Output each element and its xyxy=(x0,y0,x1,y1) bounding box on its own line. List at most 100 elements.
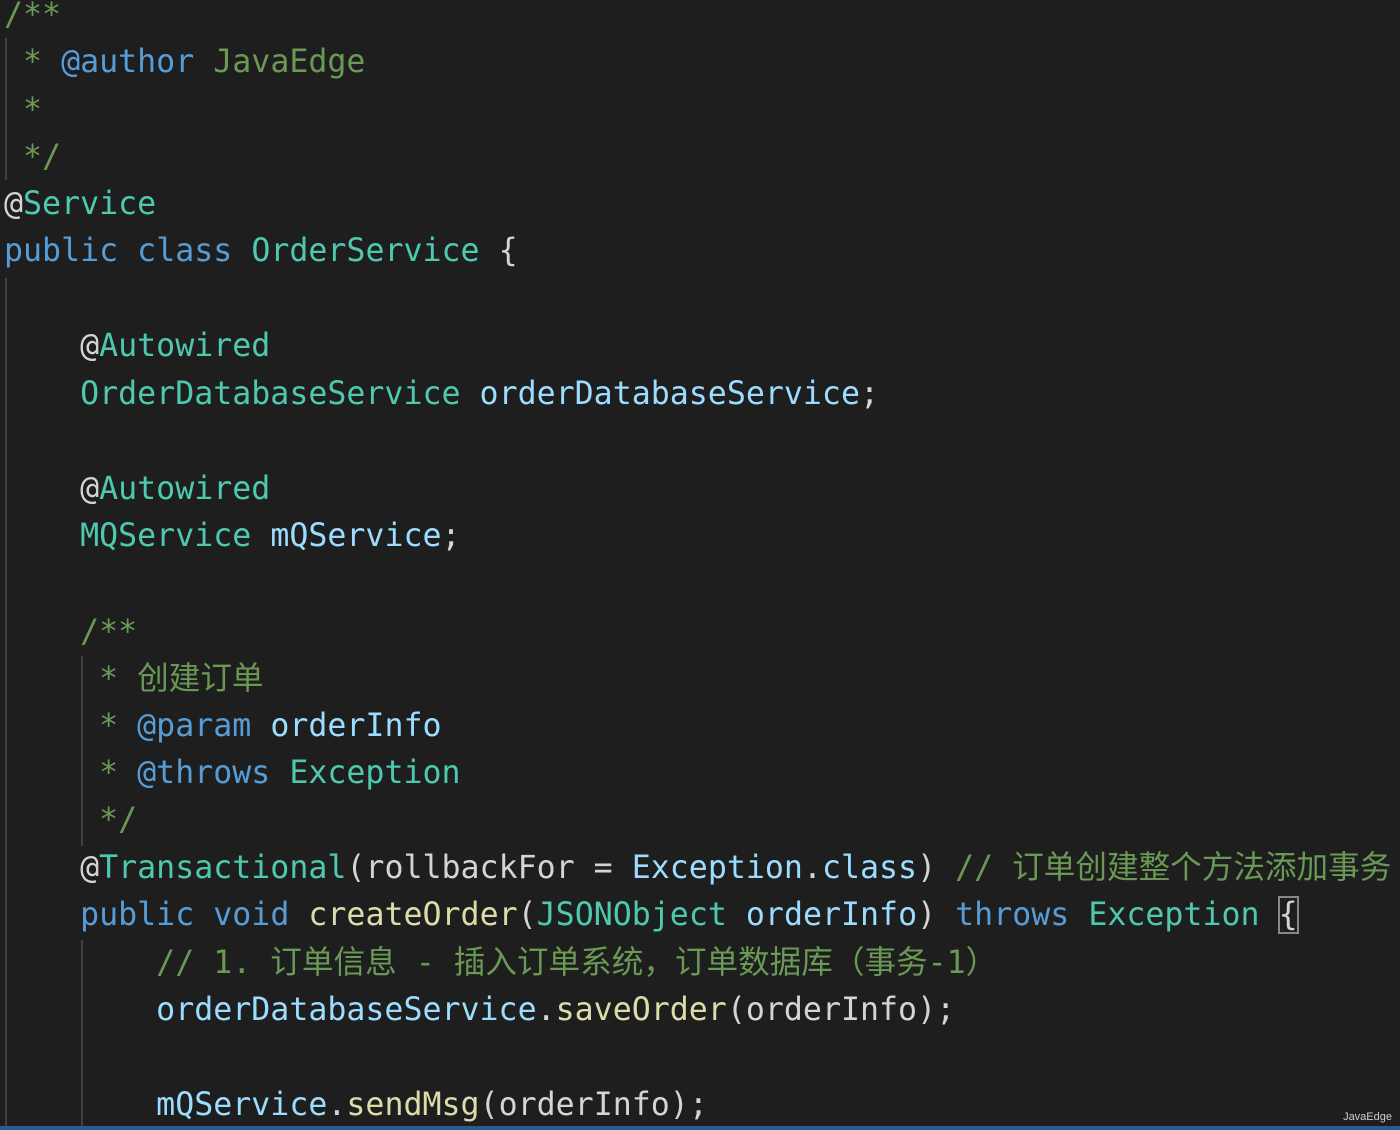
code-token: * xyxy=(4,755,138,791)
code-token: @author xyxy=(61,44,195,80)
code-line[interactable]: @Autowired xyxy=(4,466,270,513)
code-token: mQService xyxy=(270,518,442,554)
code-line[interactable]: public void createOrder(JSONObject order… xyxy=(4,892,1299,939)
code-token: ) xyxy=(917,897,956,933)
code-token: @ xyxy=(4,850,100,886)
code-token: . xyxy=(536,992,556,1028)
code-line[interactable]: * 创建订单 xyxy=(4,656,264,703)
code-token: void xyxy=(213,897,290,933)
code-token: createOrder xyxy=(308,897,518,933)
code-line[interactable]: * @param orderInfo xyxy=(4,703,442,750)
code-token: ); xyxy=(917,992,956,1028)
code-token: orderDatabaseService xyxy=(156,992,537,1028)
code-token: */ xyxy=(4,139,62,175)
code-token: Exception xyxy=(289,755,461,791)
code-token: { xyxy=(479,233,518,269)
code-token: * 创建订单 xyxy=(4,661,264,697)
code-token: ; xyxy=(859,376,879,412)
code-token: // 订单创建整个方法添加事务 xyxy=(955,850,1392,886)
code-token: throws xyxy=(955,897,1070,933)
code-token: . xyxy=(802,850,822,886)
code-token: mQService xyxy=(156,1087,328,1123)
code-token: saveOrder xyxy=(555,992,727,1028)
code-token: ( xyxy=(517,897,537,933)
code-token: OrderService xyxy=(251,233,480,269)
code-line[interactable]: @Autowired xyxy=(4,323,270,370)
code-line[interactable]: */ xyxy=(4,797,137,844)
code-token: Exception xyxy=(1088,897,1260,933)
code-line[interactable]: public class OrderService { xyxy=(4,228,518,275)
code-token: rollbackFor xyxy=(365,850,575,886)
code-token: MQService xyxy=(80,518,252,554)
code-token: @throws xyxy=(137,755,271,791)
code-line[interactable]: @Transactional(rollbackFor = Exception.c… xyxy=(4,845,1391,892)
code-token: ( xyxy=(479,1087,499,1123)
code-line[interactable]: OrderDatabaseService orderDatabaseServic… xyxy=(4,371,879,418)
code-token: ; xyxy=(441,518,461,554)
watermark: JavaEdge xyxy=(1343,1111,1392,1123)
code-token: orderInfo xyxy=(498,1087,670,1123)
code-token: orderInfo xyxy=(745,897,918,933)
code-token: JavaEdge xyxy=(194,44,366,80)
code-token: Exception xyxy=(631,850,803,886)
code-token: Autowired xyxy=(99,471,271,507)
code-line[interactable]: // 1. 订单信息 - 插入订单系统，订单数据库（事务-1） xyxy=(4,940,997,987)
matched-brace: { xyxy=(1277,896,1299,934)
code-line[interactable]: */ xyxy=(4,134,61,181)
code-token: @ xyxy=(4,186,24,222)
code-token: /** xyxy=(4,614,138,650)
code-token: * xyxy=(4,92,43,128)
code-token: /** xyxy=(4,0,62,33)
code-token: @ xyxy=(4,328,100,364)
code-token: * xyxy=(4,44,62,80)
code-token: @ xyxy=(4,471,100,507)
code-token: Transactional xyxy=(99,850,347,886)
code-token: sendMsg xyxy=(346,1087,480,1123)
code-editor[interactable]: /** * @author JavaEdge * */@Service publi… xyxy=(0,0,1400,1130)
code-line[interactable]: mQService.sendMsg(orderInfo); xyxy=(4,1082,708,1129)
code-token: = xyxy=(574,850,632,886)
bottom-border xyxy=(0,1126,1400,1130)
code-token: @param xyxy=(137,708,252,744)
code-token: . xyxy=(327,1087,347,1123)
code-token: orderInfo xyxy=(745,992,918,1028)
code-line[interactable]: * @author JavaEdge xyxy=(4,39,365,86)
code-token: OrderDatabaseService xyxy=(80,376,461,412)
code-token: public xyxy=(80,897,195,933)
code-line[interactable]: /** xyxy=(4,609,137,656)
code-token: Autowired xyxy=(99,328,271,364)
code-token: * xyxy=(4,708,138,744)
code-token: class xyxy=(137,233,233,269)
code-token: ); xyxy=(669,1087,708,1123)
code-token: orderInfo xyxy=(270,708,442,744)
code-line[interactable]: /** xyxy=(4,0,61,39)
code-line[interactable]: * xyxy=(4,87,42,134)
code-token: ( xyxy=(346,850,366,886)
code-line[interactable]: * @throws Exception xyxy=(4,750,461,797)
code-token: Service xyxy=(23,186,157,222)
code-token: ( xyxy=(726,992,746,1028)
code-token: orderDatabaseService xyxy=(479,376,860,412)
code-line[interactable]: @Service xyxy=(4,181,156,228)
code-token: JSONObject xyxy=(536,897,727,933)
code-token: */ xyxy=(4,802,138,838)
code-token: class xyxy=(821,850,918,886)
code-line[interactable]: orderDatabaseService.saveOrder(orderInfo… xyxy=(4,987,955,1034)
code-token: ) xyxy=(917,850,956,886)
code-token: public xyxy=(4,233,119,269)
code-line[interactable]: MQService mQService; xyxy=(4,513,461,560)
